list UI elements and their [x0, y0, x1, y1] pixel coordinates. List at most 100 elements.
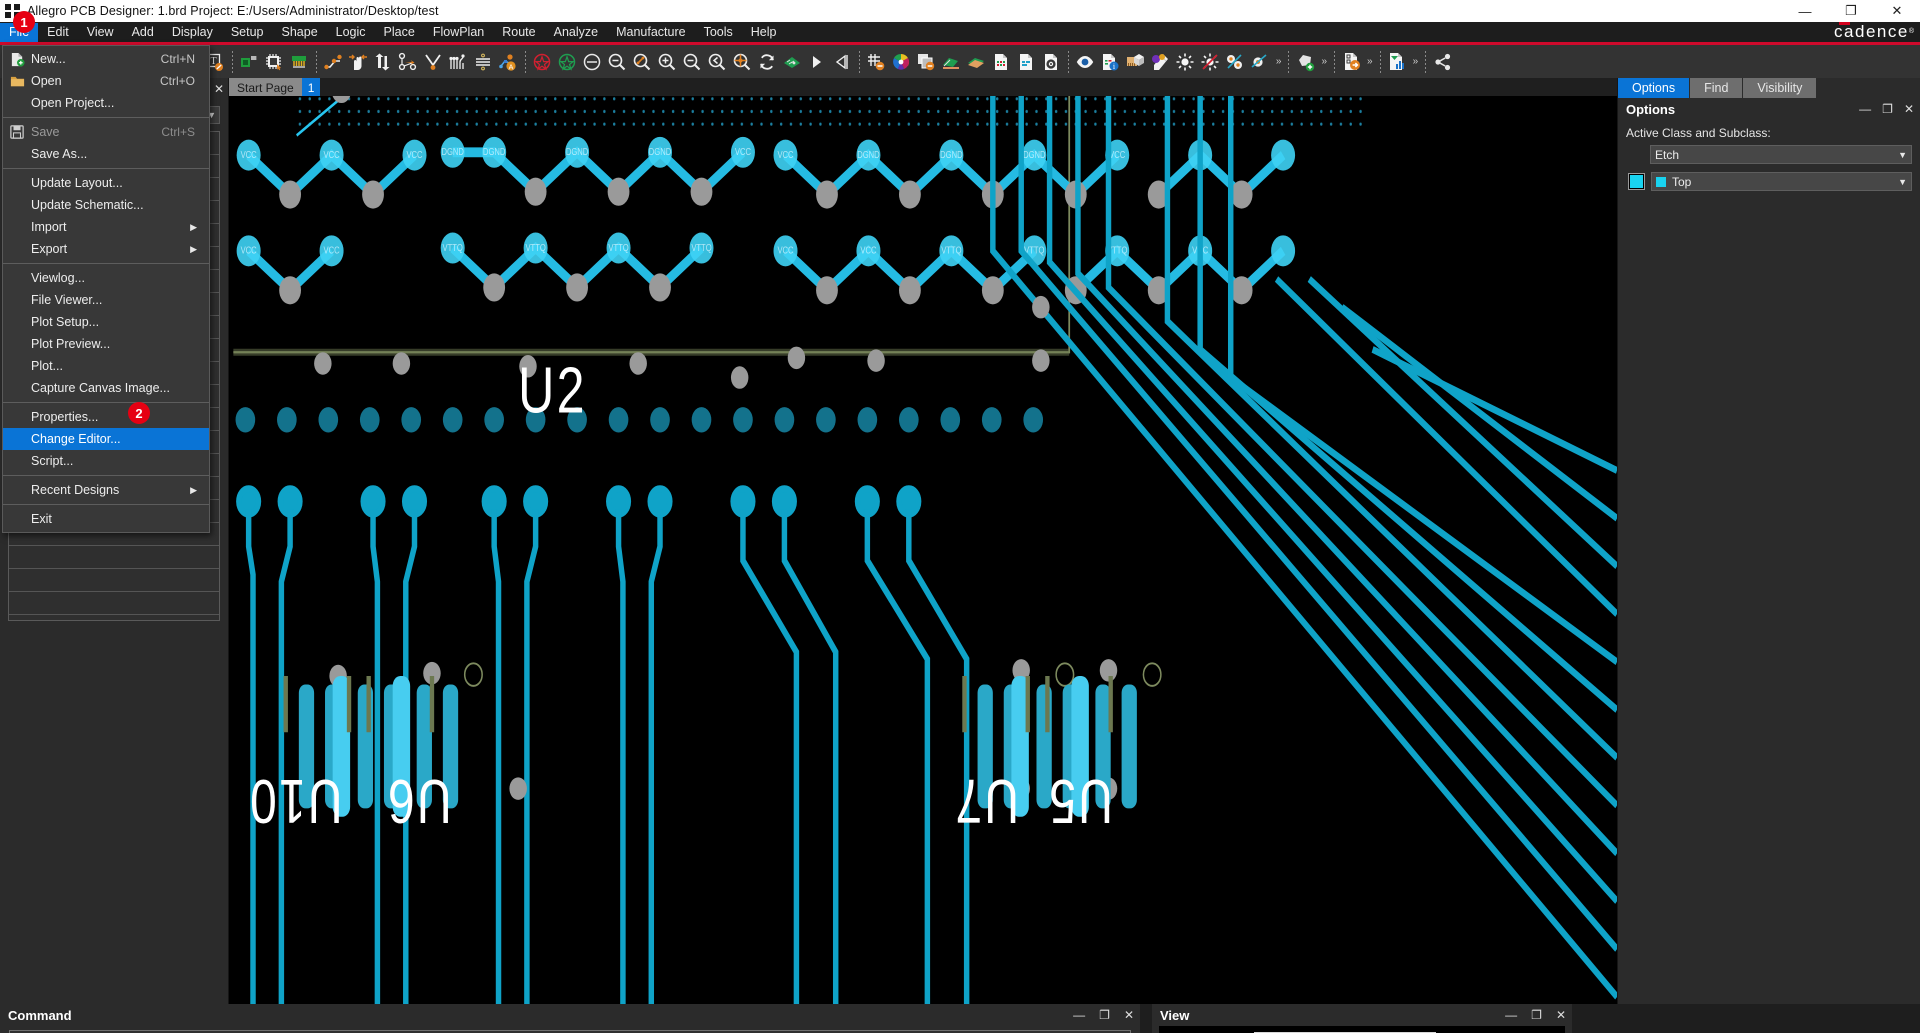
- zoom-previous-icon[interactable]: [705, 48, 730, 75]
- via-off-icon[interactable]: [1248, 48, 1273, 75]
- grid-toggle-icon[interactable]: [864, 48, 889, 75]
- menu-item-analyze[interactable]: Analyze: [545, 23, 607, 42]
- constraint-icon[interactable]: [580, 48, 605, 75]
- visibility-eye-icon[interactable]: [1073, 48, 1098, 75]
- menu-item-view[interactable]: View: [78, 23, 123, 42]
- file-menu-popup[interactable]: New... Ctrl+N Open Ctrl+O Open Project..…: [2, 45, 210, 533]
- properties-info-icon[interactable]: i: [1098, 48, 1123, 75]
- tab-design-1[interactable]: 1: [301, 78, 321, 96]
- menu-entry-new[interactable]: New... Ctrl+N: [3, 48, 209, 70]
- menu-item-add[interactable]: Add: [123, 23, 163, 42]
- menu-item-logic[interactable]: Logic: [327, 23, 375, 42]
- menu-item-setup[interactable]: Setup: [222, 23, 273, 42]
- drc-off-icon[interactable]: [530, 48, 555, 75]
- close-button[interactable]: ✕: [1874, 0, 1920, 22]
- subclass-color-swatch[interactable]: [1628, 173, 1645, 190]
- options-restore[interactable]: ❐: [1882, 102, 1893, 116]
- menu-entry-save-as[interactable]: Save As...: [3, 143, 209, 165]
- refresh-icon[interactable]: [755, 48, 780, 75]
- menu-entry-plot-preview[interactable]: Plot Preview...: [3, 333, 209, 355]
- command-restore[interactable]: ❐: [1099, 1008, 1110, 1022]
- subclass-select[interactable]: Top ▼: [1651, 172, 1912, 191]
- route-connect-icon[interactable]: [321, 48, 346, 75]
- minimize-button[interactable]: —: [1782, 0, 1828, 22]
- slide-icon[interactable]: [346, 48, 371, 75]
- menu-entry-update-schematic[interactable]: Update Schematic...: [3, 194, 209, 216]
- pcb-canvas[interactable]: VCC VCC VCC DGND DGND DGND DGND VCC VCC DGND DG…: [229, 96, 1617, 1004]
- view-thumbnail-canvas[interactable]: [1159, 1026, 1565, 1033]
- artwork-paint-icon[interactable]: [1148, 48, 1173, 75]
- net-schedule-icon[interactable]: [471, 48, 496, 75]
- color-palette-icon[interactable]: [889, 48, 914, 75]
- board-icon[interactable]: [780, 48, 805, 75]
- list-item[interactable]: [9, 546, 219, 569]
- toolbar-overflow-chevron[interactable]: »: [1364, 56, 1376, 67]
- menu-entry-plot[interactable]: Plot...: [3, 355, 209, 377]
- menu-item-place[interactable]: Place: [375, 23, 424, 42]
- list-item[interactable]: [9, 592, 219, 615]
- stackup-icon[interactable]: [964, 48, 989, 75]
- zoom-fit-icon[interactable]: [605, 48, 630, 75]
- menu-item-tools[interactable]: Tools: [695, 23, 742, 42]
- tab-options[interactable]: Options: [1618, 78, 1690, 98]
- report-red-icon[interactable]: [989, 48, 1014, 75]
- add-shape-icon[interactable]: [1293, 48, 1318, 75]
- menu-entry-capture-canvas-image[interactable]: Capture Canvas Image...: [3, 377, 209, 399]
- menu-item-shape[interactable]: Shape: [273, 23, 327, 42]
- menu-item-manufacture[interactable]: Manufacture: [607, 23, 694, 42]
- shape-fill-icon[interactable]: [939, 48, 964, 75]
- menu-item-display[interactable]: Display: [163, 23, 222, 42]
- menu-entry-file-viewer[interactable]: File Viewer...: [3, 289, 209, 311]
- options-minimize[interactable]: —: [1859, 102, 1871, 116]
- zoom-points-icon[interactable]: [630, 48, 655, 75]
- export-doc-icon[interactable]: [1339, 48, 1364, 75]
- command-minimize[interactable]: —: [1073, 1008, 1085, 1022]
- menu-entry-exit[interactable]: Exit: [3, 508, 209, 530]
- spread-icon[interactable]: [446, 48, 471, 75]
- layer-copy-icon[interactable]: [914, 48, 939, 75]
- analysis-chart-icon[interactable]: [1385, 48, 1410, 75]
- measure-3d-icon[interactable]: [1123, 48, 1148, 75]
- menu-entry-properties[interactable]: Properties...: [3, 406, 209, 428]
- view-close[interactable]: ✕: [1556, 1008, 1566, 1022]
- connector-icon[interactable]: [287, 48, 312, 75]
- component-icon[interactable]: [237, 48, 262, 75]
- command-close[interactable]: ✕: [1124, 1008, 1134, 1022]
- share-icon[interactable]: [1430, 48, 1455, 75]
- menu-entry-plot-setup[interactable]: Plot Setup...: [3, 311, 209, 333]
- class-select[interactable]: Etch ▼: [1650, 145, 1912, 164]
- light-off-icon[interactable]: [1198, 48, 1223, 75]
- list-item[interactable]: [9, 569, 219, 592]
- menu-entry-script[interactable]: Script...: [3, 450, 209, 472]
- menu-item-edit[interactable]: Edit: [38, 23, 78, 42]
- maximize-button[interactable]: ❐: [1828, 0, 1874, 22]
- menu-entry-export[interactable]: Export ▶: [3, 238, 209, 260]
- via-icon[interactable]: [1223, 48, 1248, 75]
- change-editor-item[interactable]: Change Editor...: [3, 428, 209, 450]
- next-icon[interactable]: [805, 48, 830, 75]
- zoom-in-icon[interactable]: [655, 48, 680, 75]
- toolbar-overflow-chevron[interactable]: »: [1410, 56, 1422, 67]
- zoom-out-icon[interactable]: [680, 48, 705, 75]
- menu-entry-open[interactable]: Open Ctrl+O: [3, 70, 209, 92]
- report-blue-icon[interactable]: [1014, 48, 1039, 75]
- menu-entry-viewlog[interactable]: Viewlog...: [3, 267, 209, 289]
- auto-route-icon[interactable]: A: [496, 48, 521, 75]
- place-chip-icon[interactable]: [262, 48, 287, 75]
- delay-tune-icon[interactable]: [421, 48, 446, 75]
- tab-find[interactable]: Find: [1690, 78, 1743, 98]
- view-minimize[interactable]: —: [1505, 1008, 1517, 1022]
- vertex-icon[interactable]: [396, 48, 421, 75]
- toolbar-overflow-chevron[interactable]: »: [1273, 56, 1285, 67]
- tab-start-page[interactable]: Start Page: [229, 78, 302, 96]
- tab-visibility[interactable]: Visibility: [1743, 78, 1817, 98]
- menu-entry-update-layout[interactable]: Update Layout...: [3, 172, 209, 194]
- zoom-center-icon[interactable]: [730, 48, 755, 75]
- menu-item-help[interactable]: Help: [742, 23, 786, 42]
- left-dock-close[interactable]: ✕: [214, 82, 224, 96]
- options-close[interactable]: ✕: [1904, 102, 1914, 116]
- light-on-icon[interactable]: [1173, 48, 1198, 75]
- toolbar-overflow-chevron[interactable]: »: [1318, 56, 1330, 67]
- setup-gear-icon[interactable]: [1039, 48, 1064, 75]
- drc-on-icon[interactable]: [555, 48, 580, 75]
